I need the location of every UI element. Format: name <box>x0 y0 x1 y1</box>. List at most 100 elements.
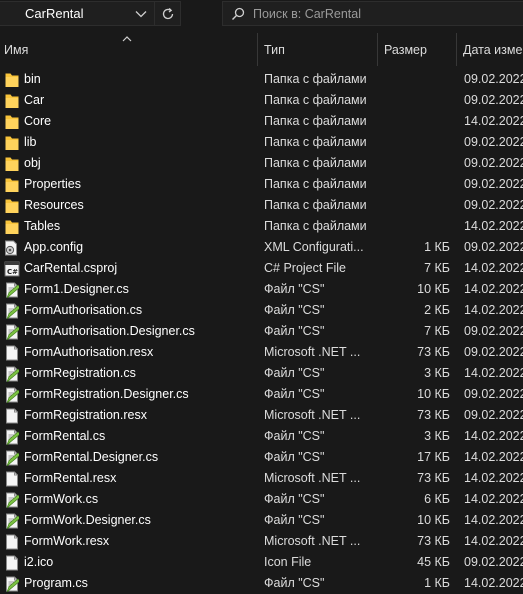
folder-icon <box>4 216 20 237</box>
file-row[interactable]: Form1.Designer.cs Файл "CS" 10 КБ 14.02.202… <box>0 279 523 300</box>
file-name[interactable]: FormWork.cs <box>24 489 254 510</box>
column-header-type[interactable]: Тип <box>264 33 374 66</box>
file-size: 7 КБ <box>424 324 450 338</box>
file-date: 09.02.2022 <box>464 408 523 422</box>
file-name[interactable]: Program.cs <box>24 573 254 594</box>
file-row[interactable]: obj Папка с файлами 09.02.2022 <box>0 153 523 174</box>
file-row[interactable]: Program.cs Файл "CS" 1 КБ 14.02.2022 <box>0 573 523 594</box>
address-path[interactable]: CarRental <box>0 6 128 21</box>
file-row[interactable]: Core Папка с файлами 14.02.2022 <box>0 111 523 132</box>
column-header-bar: Имя Тип Размер Дата изме <box>0 33 523 66</box>
file-row[interactable]: FormRegistration.Designer.cs Файл "CS" 10 … <box>0 384 523 405</box>
folder-icon <box>4 132 20 153</box>
folder-icon <box>4 174 20 195</box>
file-size: 73 КБ <box>417 345 450 359</box>
search-icon <box>223 7 253 21</box>
file-name[interactable]: FormRegistration.Designer.cs <box>24 384 254 405</box>
file-name[interactable]: FormWork.Designer.cs <box>24 510 254 531</box>
column-header-name[interactable]: Имя <box>4 33 254 66</box>
file-type: Microsoft .NET ... <box>264 534 361 548</box>
resx-file-icon <box>4 342 20 363</box>
file-row[interactable]: Resources Папка с файлами 09.02.2022 <box>0 195 523 216</box>
column-header-size[interactable]: Размер <box>384 33 454 66</box>
file-row[interactable]: Car Папка с файлами 09.02.2022 <box>0 90 523 111</box>
file-row[interactable]: App.config XML Configurati... 1 КБ 09.02.20… <box>0 237 523 258</box>
file-name[interactable]: FormWork.resx <box>24 531 254 552</box>
file-row[interactable]: FormRegistration.resx Microsoft .NET ... 7… <box>0 405 523 426</box>
file-size: 3 КБ <box>424 366 450 380</box>
file-date: 14.02.2022 <box>464 282 523 296</box>
search-input[interactable] <box>253 6 503 21</box>
file-name[interactable]: Form1.Designer.cs <box>24 279 254 300</box>
file-row[interactable]: FormAuthorisation.resx Microsoft .NET ...… <box>0 342 523 363</box>
file-type: Папка с файлами <box>264 72 367 86</box>
file-name[interactable]: FormRental.resx <box>24 468 254 489</box>
file-type: Файл "CS" <box>264 324 325 338</box>
chevron-down-icon[interactable] <box>128 2 154 25</box>
file-size: 45 КБ <box>417 555 450 569</box>
file-name[interactable]: FormAuthorisation.resx <box>24 342 254 363</box>
file-date: 09.02.2022 <box>464 387 523 401</box>
file-row[interactable]: Tables Папка с файлами 14.02.2022 <box>0 216 523 237</box>
file-type: Файл "CS" <box>264 513 325 527</box>
file-size: 1 КБ <box>424 240 450 254</box>
file-name[interactable]: FormRegistration.resx <box>24 405 254 426</box>
file-row[interactable]: FormAuthorisation.Designer.cs Файл "CS" 7 … <box>0 321 523 342</box>
column-divider[interactable] <box>377 33 378 66</box>
cs-file-icon <box>4 510 20 531</box>
file-name[interactable]: FormAuthorisation.Designer.cs <box>24 321 254 342</box>
file-name[interactable]: Properties <box>24 174 254 195</box>
file-row[interactable]: FormRegistration.cs Файл "CS" 3 КБ 14.02.20… <box>0 363 523 384</box>
cs-file-icon <box>4 447 20 468</box>
cs-file-icon <box>4 426 20 447</box>
file-size <box>380 69 450 90</box>
file-name[interactable]: FormRegistration.cs <box>24 363 254 384</box>
file-size: 73 КБ <box>417 471 450 485</box>
file-row[interactable]: lib Папка с файлами 09.02.2022 <box>0 132 523 153</box>
file-date: 09.02.2022 <box>464 555 523 569</box>
cs-file-icon <box>4 363 20 384</box>
file-row[interactable]: FormWork.Designer.cs Файл "CS" 10 КБ 14.02.… <box>0 510 523 531</box>
file-name[interactable]: Resources <box>24 195 254 216</box>
file-name[interactable]: Car <box>24 90 254 111</box>
search-box[interactable] <box>222 1 523 26</box>
column-divider[interactable] <box>257 33 258 66</box>
file-name[interactable]: App.config <box>24 237 254 258</box>
file-row[interactable]: FormRental.Designer.cs Файл "CS" 17 КБ 14.0… <box>0 447 523 468</box>
file-name[interactable]: Core <box>24 111 254 132</box>
file-size: 10 КБ <box>417 513 450 527</box>
file-row[interactable]: Properties Папка с файлами 09.02.2022 <box>0 174 523 195</box>
file-row[interactable]: C# CarRental.csproj C# Project File 7 КБ 14.… <box>0 258 523 279</box>
resx-file-icon <box>4 468 20 489</box>
file-name[interactable]: FormRental.cs <box>24 426 254 447</box>
file-row[interactable]: FormWork.cs Файл "CS" 6 КБ 14.02.2022 <box>0 489 523 510</box>
file-name[interactable]: CarRental.csproj <box>24 258 254 279</box>
column-divider[interactable] <box>456 33 457 66</box>
file-date: 14.02.2022 <box>464 114 523 128</box>
file-row[interactable]: bin Папка с файлами 09.02.2022 <box>0 69 523 90</box>
file-date: 09.02.2022 <box>464 135 523 149</box>
file-name[interactable]: i2.ico <box>24 552 254 573</box>
file-name[interactable]: bin <box>24 69 254 90</box>
file-row[interactable]: FormRental.cs Файл "CS" 3 КБ 14.02.2022 <box>0 426 523 447</box>
file-name[interactable]: lib <box>24 132 254 153</box>
file-size: 7 КБ <box>424 261 450 275</box>
file-row[interactable]: FormAuthorisation.cs Файл "CS" 2 КБ 14.02.2… <box>0 300 523 321</box>
file-name[interactable]: Tables <box>24 216 254 237</box>
file-row[interactable]: i2.ico Icon File 45 КБ 09.02.2022 <box>0 552 523 573</box>
file-type: Microsoft .NET ... <box>264 408 361 422</box>
file-row[interactable]: FormRental.resx Microsoft .NET ... 73 КБ 14… <box>0 468 523 489</box>
csproj-file-icon: C# <box>4 258 20 279</box>
file-date: 09.02.2022 <box>464 72 523 86</box>
resx-file-icon <box>4 531 20 552</box>
file-row[interactable]: FormWork.resx Microsoft .NET ... 73 КБ 14.0… <box>0 531 523 552</box>
file-type: Папка с файлами <box>264 114 367 128</box>
file-name[interactable]: obj <box>24 153 254 174</box>
column-header-date[interactable]: Дата изме <box>463 33 523 66</box>
file-name[interactable]: FormAuthorisation.cs <box>24 300 254 321</box>
file-name[interactable]: FormRental.Designer.cs <box>24 447 254 468</box>
address-bar[interactable]: CarRental <box>0 1 181 26</box>
file-type: Файл "CS" <box>264 282 325 296</box>
file-date: 14.02.2022 <box>464 534 523 548</box>
refresh-icon[interactable] <box>154 2 180 25</box>
